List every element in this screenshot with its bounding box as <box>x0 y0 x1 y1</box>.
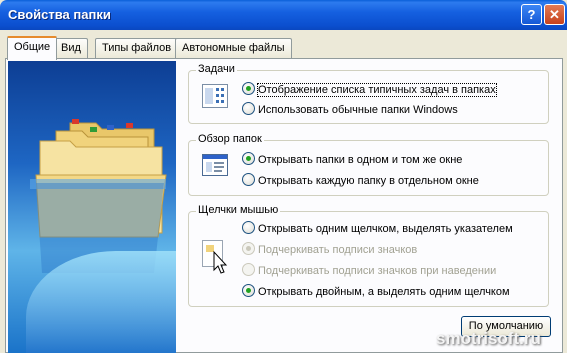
help-button[interactable]: ? <box>521 4 542 25</box>
option-label: Подчеркивать подписи значков <box>258 244 418 256</box>
option-label: Использовать обычные папки Windows <box>258 104 458 116</box>
option-label: Подчеркивать подписи значков при наведен… <box>258 265 497 277</box>
tab-offline-files[interactable]: Автономные файлы <box>175 38 292 58</box>
radio-button <box>242 263 255 276</box>
option-label: Открывать одним щелчком, выделять указат… <box>258 223 513 235</box>
radio-button[interactable] <box>242 284 255 297</box>
browse-legend: Обзор папок <box>196 133 264 145</box>
browse-group: Обзор папок <box>188 133 549 196</box>
radio-button[interactable] <box>242 82 255 95</box>
clicks-legend: Щелчки мышью <box>196 204 281 216</box>
radio-button[interactable] <box>242 221 255 234</box>
cursor-click-icon <box>202 240 228 274</box>
radio-button[interactable] <box>242 152 255 165</box>
window-title: Свойства папки <box>8 7 111 22</box>
click-option-double[interactable]: Открывать двойным, а выделять одним щелч… <box>242 284 510 298</box>
task-option-show-tasks[interactable]: Отображение списка типичных задач в папк… <box>242 82 497 97</box>
click-option-underline-hover: Подчеркивать подписи значков при наведен… <box>242 263 496 277</box>
option-label: Открывать каждую папку в отдельном окне <box>258 175 479 187</box>
browse-option-same-window[interactable]: Открывать папки в одном и том же окне <box>242 152 462 166</box>
radio-button[interactable] <box>242 102 255 115</box>
tab-file-types[interactable]: Типы файлов <box>95 38 179 58</box>
tasks-legend: Задачи <box>196 63 237 75</box>
tab-view[interactable]: Вид <box>54 38 88 58</box>
close-button[interactable]: ✕ <box>544 4 565 25</box>
tab-general[interactable]: Общие <box>7 36 58 60</box>
radio-button[interactable] <box>242 173 255 186</box>
watermark-text: smotrisoft.ru <box>436 329 541 348</box>
folder-illustration <box>8 61 176 353</box>
title-bar[interactable]: Свойства папки ? ✕ <box>0 0 567 30</box>
task-option-classic-folders[interactable]: Использовать обычные папки Windows <box>242 102 458 116</box>
browse-option-new-window[interactable]: Открывать каждую папку в отдельном окне <box>242 173 479 187</box>
option-label: Отображение списка типичных задач в папк… <box>257 83 497 97</box>
click-option-underline-always: Подчеркивать подписи значков <box>242 242 417 256</box>
tasks-view-icon <box>202 84 228 108</box>
window-icon <box>202 154 228 176</box>
option-label: Открывать двойным, а выделять одним щелч… <box>258 286 510 298</box>
option-label: Открывать папки в одном и том же окне <box>258 154 463 166</box>
click-option-single[interactable]: Открывать одним щелчком, выделять указат… <box>242 221 513 235</box>
radio-button <box>242 242 255 255</box>
